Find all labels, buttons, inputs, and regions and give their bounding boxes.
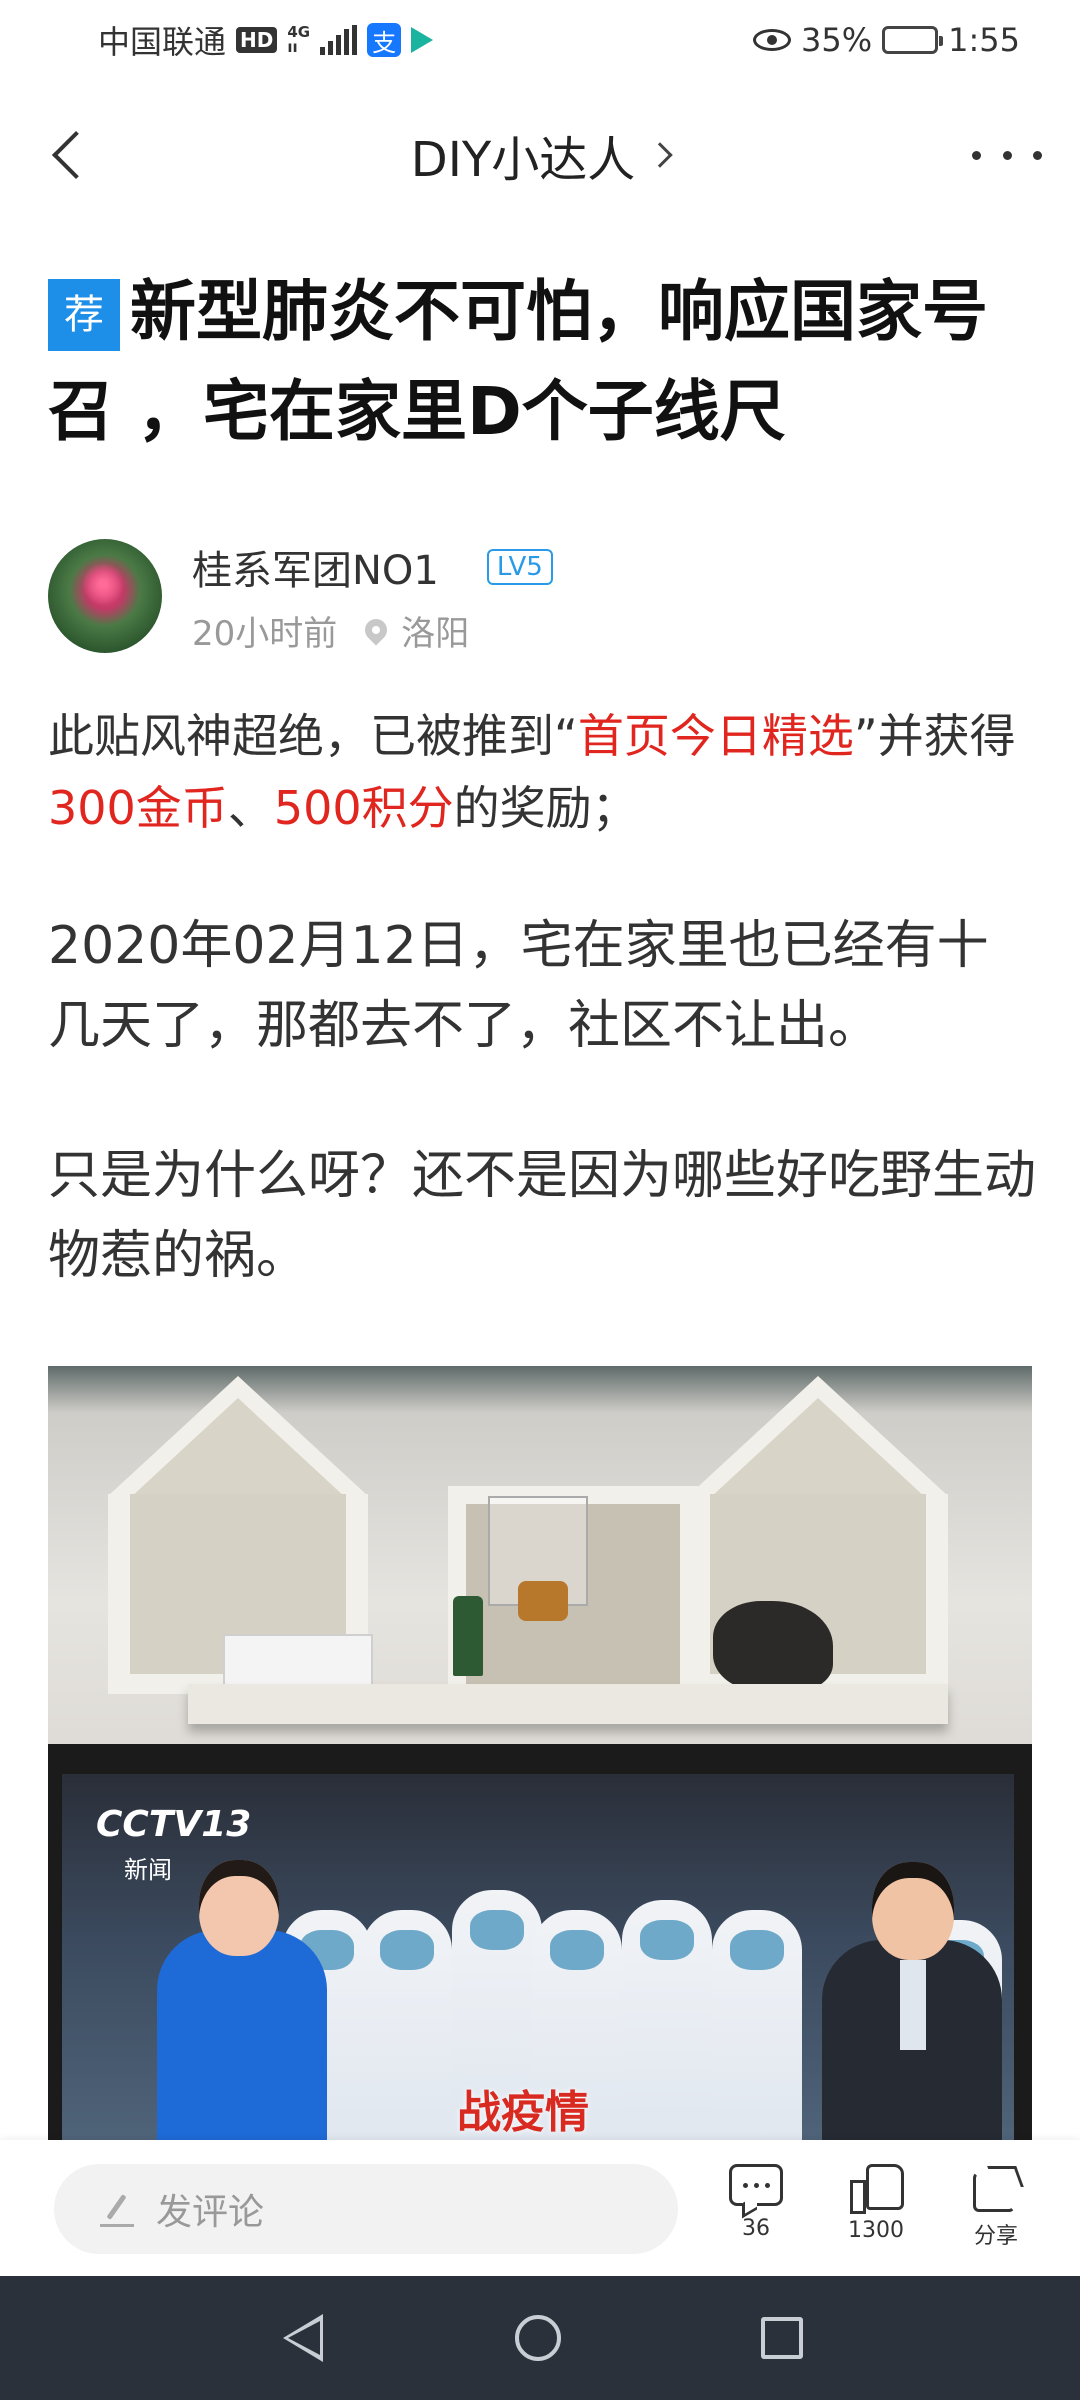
like-count: 1300: [848, 2218, 904, 2243]
thumbs-up-icon: [850, 2164, 904, 2214]
system-recents-button[interactable]: [761, 2317, 803, 2359]
system-nav-bar: [0, 2276, 1080, 2400]
signal-icon: [320, 25, 358, 55]
status-right: 35% 1:55: [753, 21, 1020, 59]
share-label: 分享: [973, 2224, 1018, 2249]
chevron-right-icon: [647, 142, 673, 168]
notice-text: 、: [227, 781, 274, 835]
location-name: 洛阳: [401, 613, 470, 654]
author-row: 桂系军团NO1 LV5 20小时前 洛阳: [48, 536, 553, 656]
points-reward: 500积分: [273, 781, 454, 835]
comment-count: 36: [742, 2216, 770, 2241]
dark-object: [713, 1601, 833, 1691]
status-bar: 中国联通 HD 4G ıı 支 35% 1:55: [0, 0, 1080, 80]
system-back-button[interactable]: [277, 2314, 315, 2362]
share-button[interactable]: 分享: [946, 2164, 1046, 2264]
homepage-featured-link[interactable]: 首页今日精选: [578, 709, 854, 763]
medical-worker: [622, 1900, 712, 2140]
top-nav-bar: DIY小达人: [0, 80, 1080, 230]
more-dot-icon: [972, 150, 981, 160]
cctv-channel-name: 新闻: [124, 1856, 172, 1884]
notice-text: 的奖励；: [453, 781, 638, 835]
male-news-anchor: [822, 1862, 1002, 2140]
featured-notice: 此贴风神超绝，已被推到“首页今日精选”并获得 300金币、500积分的奖励；: [48, 700, 1038, 844]
notice-text: ”并获得: [853, 709, 1016, 763]
forum-title: DIY小达人: [410, 132, 636, 188]
post-time: 20小时前: [192, 613, 338, 654]
eye-comfort-icon: [753, 29, 792, 51]
comment-bubble-icon: [729, 2164, 783, 2206]
medical-worker: [712, 1910, 802, 2140]
chevron-left-icon: [51, 130, 101, 180]
author-name-row: 桂系军团NO1 LV5: [192, 538, 553, 596]
tv-caption: 战疫情: [457, 2087, 589, 2138]
back-button[interactable]: [40, 120, 101, 190]
carrier-name: 中国联通: [98, 23, 227, 61]
battery-icon: [882, 26, 944, 54]
more-options-button[interactable]: [972, 140, 1042, 170]
female-news-anchor: [157, 1860, 327, 2140]
pen-icon: [100, 2191, 136, 2227]
recommended-badge: 荐: [48, 279, 120, 351]
shelf-board: [188, 1684, 948, 1724]
tv-screen: CCTV13 新闻 战疫情: [62, 1774, 1014, 2140]
post-title-text: 新型肺炎不可怕，响应国家号召 ，宅在家里D个子线尺: [48, 273, 988, 450]
cctv-logo: CCTV13: [96, 1804, 252, 1845]
author-meta: 20小时前 洛阳: [192, 606, 553, 655]
share-icon: [973, 2164, 1019, 2212]
bottle: [453, 1596, 483, 1676]
forum-title-link[interactable]: DIY小达人: [410, 120, 673, 190]
network-activity-label: ıı: [287, 38, 298, 56]
television: CCTV13 新闻 战疫情: [48, 1744, 1032, 2140]
body-paragraph: 2020年02月12日，宅在家里也已经有十几天了，那都去不了，社区不让出。: [48, 916, 989, 1056]
level-badge: LV5: [486, 548, 553, 585]
post-title: 荐新型肺炎不可怕，响应国家号召 ，宅在家里D个子线尺: [48, 262, 1038, 462]
video-app-icon: [411, 27, 434, 53]
network-type-icon: 4G ıı: [287, 25, 310, 55]
more-dot-icon: [1033, 150, 1042, 160]
medical-worker: [362, 1910, 452, 2140]
clock: 1:55: [948, 21, 1020, 59]
location-pin-icon: [360, 614, 392, 646]
coin-reward: 300金币: [48, 781, 228, 835]
author-name[interactable]: 桂系军团NO1: [192, 538, 439, 596]
wood-ornament: [518, 1581, 568, 1621]
post-photo[interactable]: CCTV13 新闻 战疫情: [48, 1366, 1032, 2140]
hd-icon: HD: [236, 27, 278, 53]
body-paragraph: 只是为什么呀？还不是因为哪些好吃野生动物惹的祸。: [48, 1146, 1037, 1286]
notice-text: 此贴风神超绝，已被推到“: [48, 709, 578, 763]
like-button[interactable]: 1300: [826, 2164, 926, 2264]
more-dot-icon: [1002, 150, 1012, 160]
battery-percent: 35%: [801, 21, 873, 59]
comments-button[interactable]: 36: [706, 2164, 806, 2264]
system-home-button[interactable]: [515, 2315, 561, 2361]
comment-input[interactable]: 发评论: [54, 2164, 678, 2254]
location: 洛阳: [360, 606, 470, 655]
status-left: 中国联通 HD 4G ıı 支: [98, 17, 434, 63]
bottom-action-bar: 发评论 36 1300 分享: [0, 2140, 1080, 2276]
author-info: 桂系军团NO1 LV5 20小时前 洛阳: [192, 538, 553, 655]
alipay-icon: 支: [367, 23, 402, 57]
avatar[interactable]: [48, 539, 162, 653]
comment-placeholder: 发评论: [156, 2192, 265, 2233]
